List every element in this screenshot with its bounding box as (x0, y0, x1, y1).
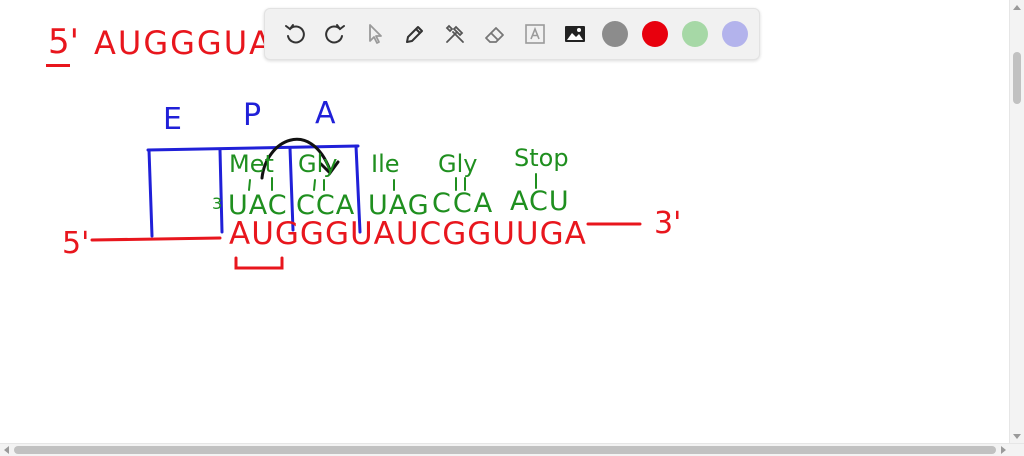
redo-button[interactable] (317, 16, 353, 52)
color-swatch-gray[interactable] (597, 16, 633, 52)
color-swatch-gray-dot (602, 21, 628, 47)
start-codon-bracket (234, 256, 284, 270)
image-button[interactable] (557, 16, 593, 52)
horizontal-scrollbar[interactable] (0, 443, 1024, 456)
undo-button[interactable] (277, 16, 313, 52)
eraser-button[interactable] (477, 16, 513, 52)
vertical-scrollbar[interactable] (1009, 0, 1024, 444)
select-button[interactable] (357, 16, 393, 52)
amino-acid-2: Gly (298, 150, 338, 178)
scroll-up-arrow-icon[interactable] (1013, 5, 1021, 10)
mrna-sequence: AUGGGUAUCGGUUGA (229, 216, 587, 252)
text-button[interactable] (517, 16, 553, 52)
color-swatch-red[interactable] (637, 16, 673, 52)
anticodon-4: CCA (432, 188, 495, 219)
horizontal-scroll-thumb[interactable] (14, 446, 996, 454)
color-swatch-red-dot (642, 21, 668, 47)
color-swatch-green[interactable] (677, 16, 713, 52)
tools-button[interactable] (437, 16, 473, 52)
pen-icon (406, 26, 423, 43)
vertical-scroll-thumb[interactable] (1013, 52, 1021, 104)
tools-icon (445, 24, 464, 43)
undo-icon (285, 24, 305, 44)
image-icon (565, 26, 585, 42)
drawing-toolbar (264, 8, 760, 60)
amino-acid-5: Stop (514, 144, 569, 172)
color-swatch-purple[interactable] (717, 16, 753, 52)
whiteboard-canvas[interactable]: 5' AUGGGUAU E P A Met Gly Ile Gly Stop 3… (0, 0, 1010, 444)
amino-acid-3: Ile (371, 150, 400, 178)
scroll-left-arrow-icon[interactable] (4, 446, 9, 454)
redo-icon (325, 24, 345, 44)
eraser-icon (485, 27, 504, 43)
color-swatch-purple-dot (722, 21, 748, 47)
mrna-5prime-label: 5' (62, 226, 90, 261)
mrna-3prime-label: 3' (654, 206, 682, 241)
scroll-right-arrow-icon[interactable] (1001, 446, 1006, 454)
scroll-down-arrow-icon[interactable] (1013, 434, 1021, 439)
amino-acid-4: Gly (438, 150, 478, 178)
anticodon-5: ACU (510, 186, 570, 217)
pen-button[interactable] (397, 16, 433, 52)
amino-acid-1: Met (229, 150, 274, 178)
anticodon-prime-label: 3 (212, 194, 223, 213)
text-icon (525, 24, 545, 44)
color-swatch-green-dot (682, 21, 708, 47)
select-arrow-icon (369, 24, 382, 44)
